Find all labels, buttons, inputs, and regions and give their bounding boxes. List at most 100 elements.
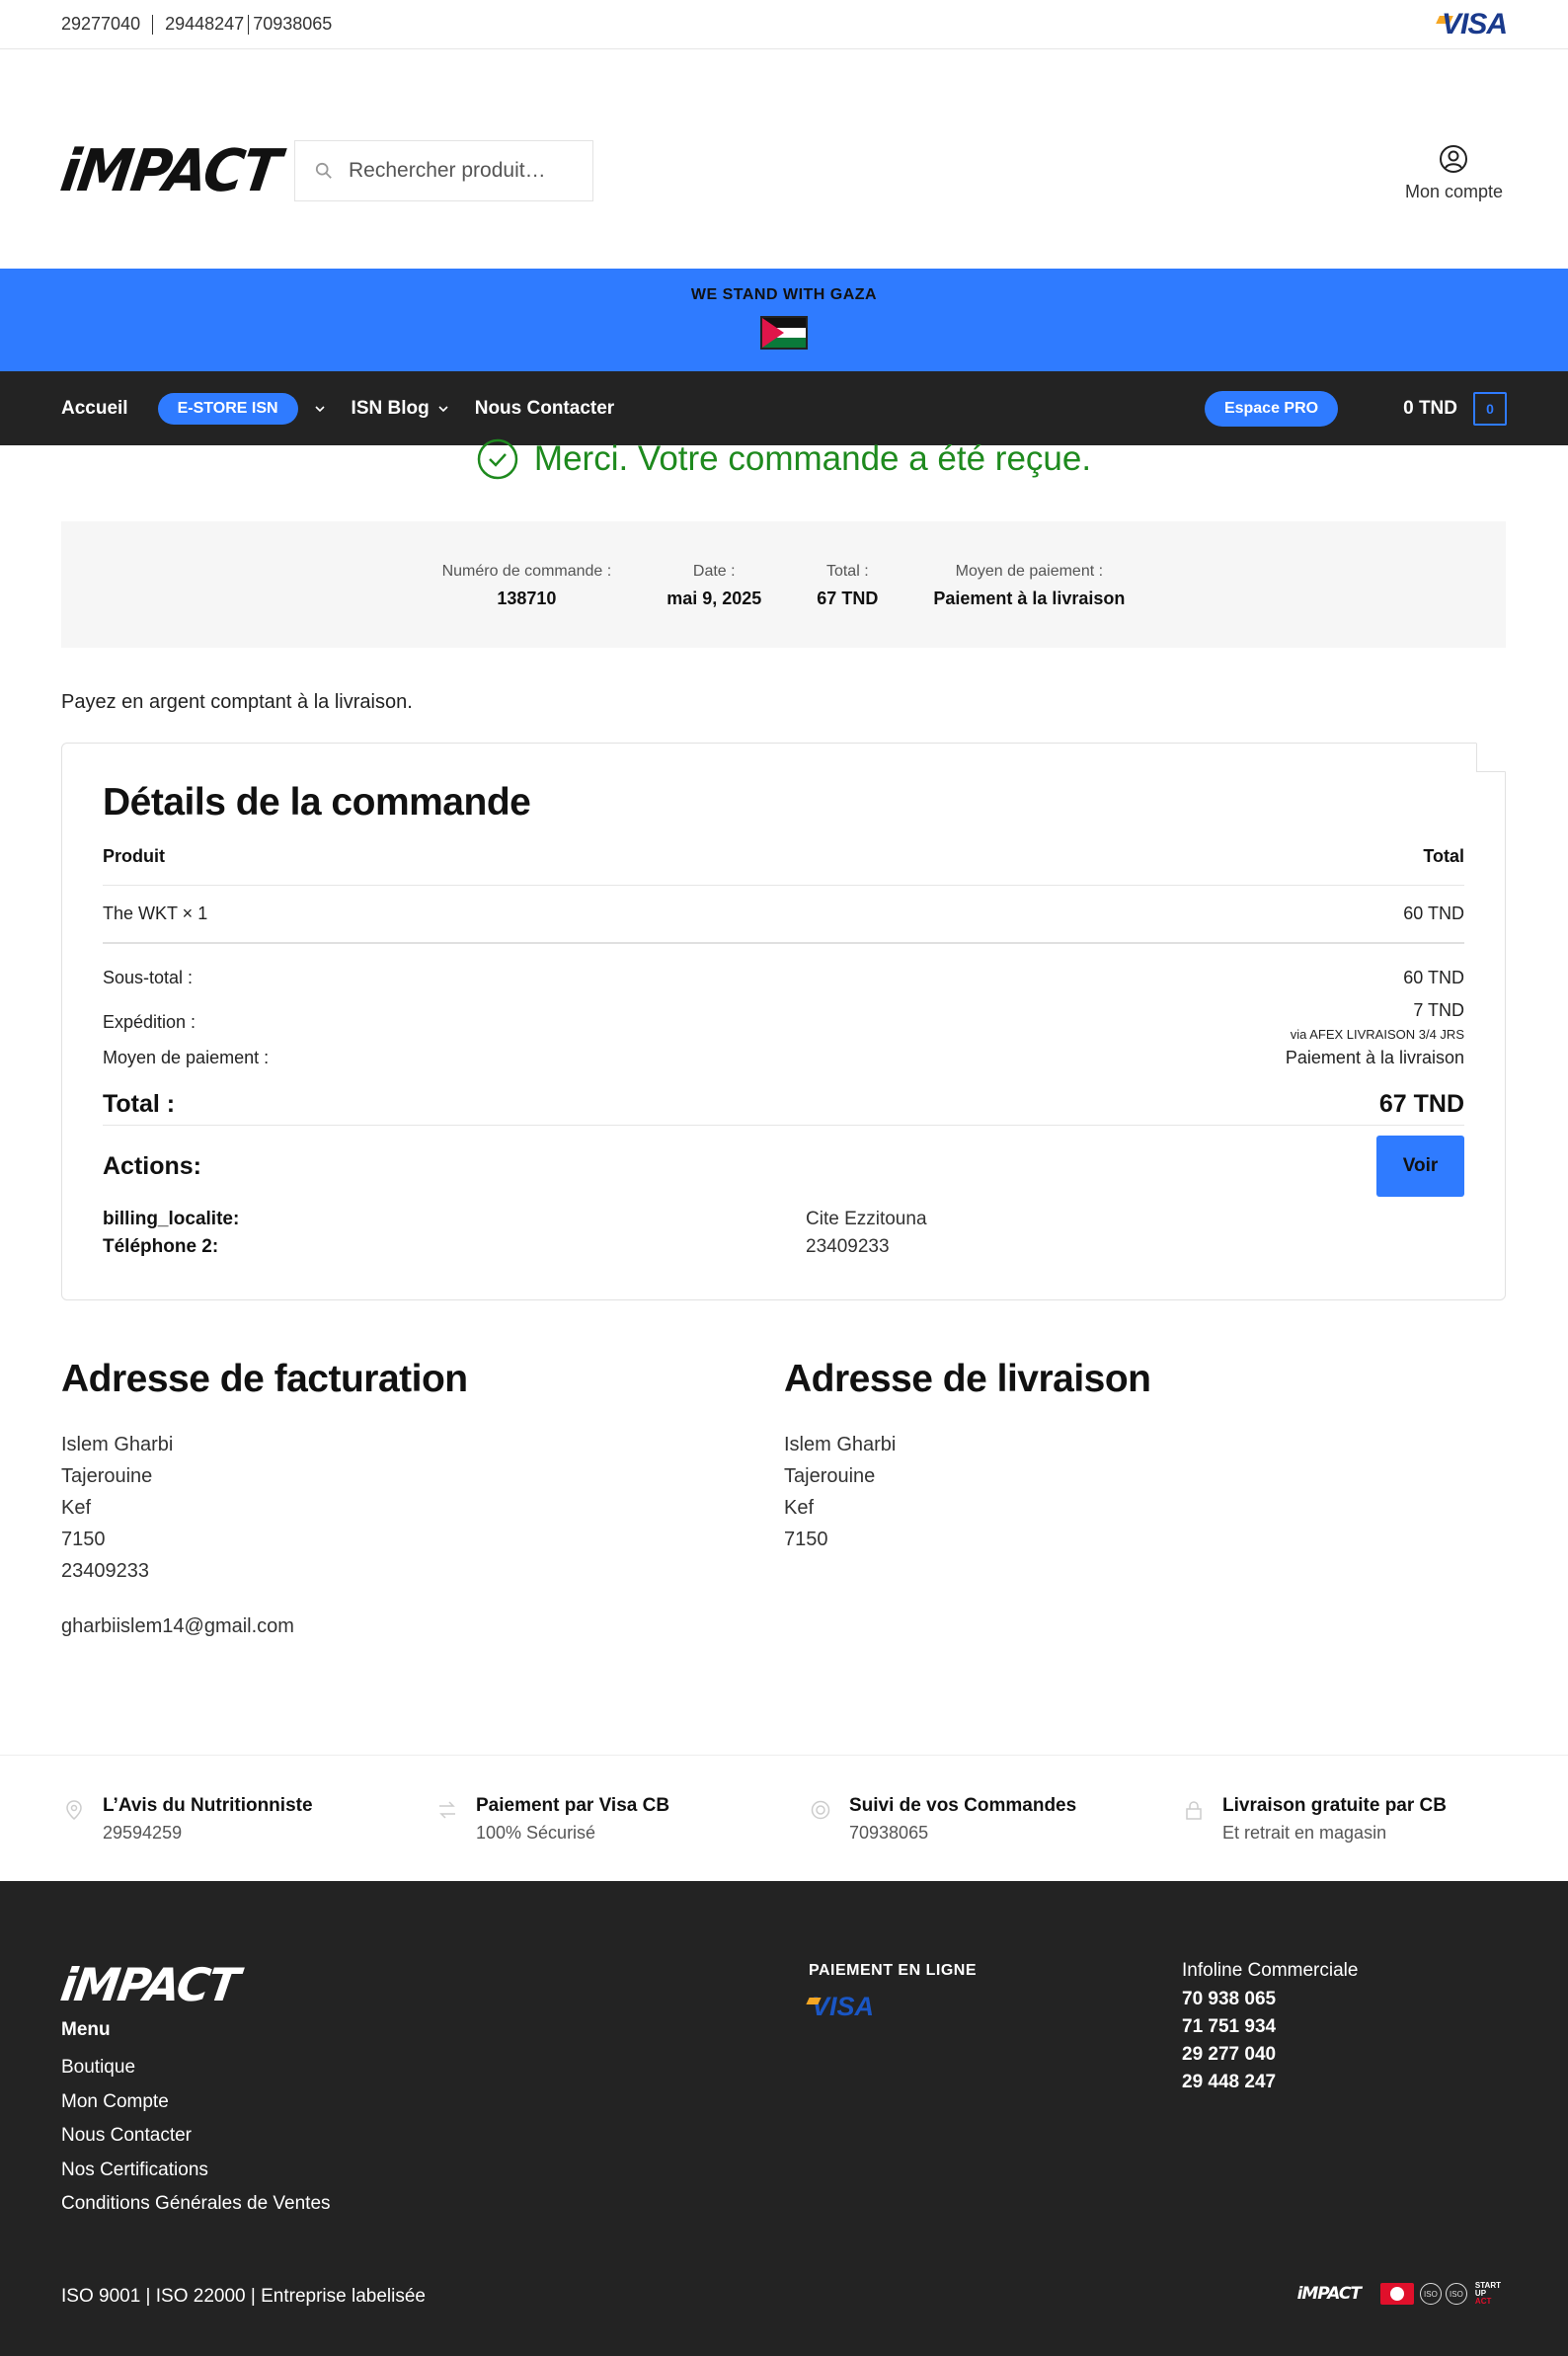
order-meta: billing_localite: Cite Ezzitouna Télépho… <box>103 1209 1464 1258</box>
infoline-number[interactable]: 71 751 934 <box>1182 2013 1358 2041</box>
shipping-address: Adresse de livraison Islem Gharbi Tajero… <box>784 1358 1151 1555</box>
check-circle-icon <box>477 438 518 480</box>
payment-label: Moyen de paiement : <box>103 1048 270 1067</box>
chevron-down-icon <box>438 405 448 412</box>
top-bar: 29277040 29448247 70938065 VISA <box>0 0 1568 49</box>
nav-right: Espace PRO 0 TND 0 <box>1204 371 1507 445</box>
billing-region: Kef <box>61 1497 92 1519</box>
table-row: The WKT × 1 60 TND <box>103 886 1464 944</box>
column-header-total: Total <box>1423 846 1464 866</box>
solidarity-banner: WE STAND WITH GAZA <box>0 269 1568 371</box>
startup-act-badge: START UP ACT <box>1475 2282 1501 2306</box>
payment-note: Payez en argent comptant à la livraison. <box>61 691 413 713</box>
meta-key: Téléphone 2: <box>103 1236 219 1257</box>
phone-3[interactable]: 70938065 <box>253 14 332 35</box>
order-details-card: Détails de la commande Produit Total The… <box>61 743 1506 1300</box>
infoline-number[interactable]: 29 448 247 <box>1182 2069 1358 2096</box>
payment-value: Paiement à la livraison <box>1285 1048 1464 1067</box>
billing-title: Adresse de facturation <box>61 1358 468 1400</box>
phone-1[interactable]: 29277040 <box>61 14 140 35</box>
target-icon <box>811 1800 830 1820</box>
summary-label: Date : <box>692 563 736 580</box>
user-icon <box>1440 145 1468 173</box>
meta-value: 23409233 <box>806 1236 890 1257</box>
meta-value: Cite Ezzitouna <box>806 1209 927 1229</box>
infoline-number[interactable]: 29 277 040 <box>1182 2041 1358 2069</box>
impact-mini-logo: iMPACT <box>1296 2284 1362 2304</box>
summary-label: Total : <box>825 563 869 580</box>
nav-home[interactable]: Accueil <box>61 398 128 420</box>
features-bar: L’Avis du Nutritionniste 29594259 Paiemen… <box>0 1755 1568 1881</box>
footer-link-contact[interactable]: Nous Contacter <box>61 2119 331 2154</box>
infoline: Infoline Commerciale 70 938 065 71 751 9… <box>1182 1960 1358 2096</box>
order-received-message: Merci. Votre commande a été reçue. <box>0 438 1568 480</box>
nav-blog-label: ISN Blog <box>351 397 430 419</box>
product-total: 60 TND <box>1403 903 1464 923</box>
site-footer: iMPACT Menu Boutique Mon Compte Nous Con… <box>0 1881 1568 2356</box>
site-logo[interactable]: iMPACT <box>56 137 282 204</box>
feature-title: Paiement par Visa CB <box>476 1795 670 1816</box>
order-summary: Numéro de commande : 138710 Date : mai 9… <box>61 521 1506 648</box>
footer-link-account[interactable]: Mon Compte <box>61 2085 331 2120</box>
footer-link-cgv[interactable]: Conditions Générales de Ventes <box>61 2187 331 2222</box>
shipping-value-group: 7 TND via AFEX LIVRAISON 3/4 JRS <box>1291 1000 1464 1042</box>
footer-link-boutique[interactable]: Boutique <box>61 2051 331 2085</box>
summary-value: 67 TND <box>817 589 879 608</box>
footer-badges: iMPACT ISO ISO START UP ACT <box>1297 2282 1501 2306</box>
startup-line: ACT <box>1474 2297 1492 2306</box>
visa-logo: VISA <box>1441 7 1508 40</box>
feature-tracking: Suivi de vos Commandes 70938065 <box>810 1795 1076 1844</box>
iso-badge-icon: ISO <box>1419 2283 1442 2305</box>
banner-text: WE STAND WITH GAZA <box>690 286 878 303</box>
subtotal-label: Sous-total : <box>103 968 194 987</box>
feature-title: L’Avis du Nutritionniste <box>103 1795 313 1816</box>
cart-count-badge[interactable]: 0 <box>1473 391 1507 426</box>
shipping-city: Tajerouine <box>784 1465 876 1487</box>
nav-contact[interactable]: Nous Contacter <box>475 398 614 420</box>
feature-visa: Paiement par Visa CB 100% Sécurisé <box>436 1795 669 1844</box>
search-box[interactable] <box>294 140 593 201</box>
column-header-product: Produit <box>103 846 165 866</box>
view-order-button[interactable]: Voir <box>1376 1136 1464 1197</box>
shipping-method: via AFEX LIVRAISON 3/4 JRS <box>1290 1027 1464 1042</box>
espace-pro-button[interactable]: Espace PRO <box>1204 390 1339 427</box>
nav-estore[interactable]: E-STORE ISN <box>157 392 298 425</box>
shipping-label: Expédition : <box>103 1012 196 1032</box>
feature-nutritionist: L’Avis du Nutritionniste 29594259 <box>63 1795 313 1844</box>
product-name[interactable]: The WKT × 1 <box>103 903 207 924</box>
chevron-down-icon[interactable] <box>314 403 326 415</box>
actions-label: Actions: <box>103 1151 201 1180</box>
feature-subtitle: Et retrait en magasin <box>1222 1823 1387 1843</box>
divider <box>152 14 154 35</box>
summary-value: Paiement à la livraison <box>933 589 1126 608</box>
shipping-region: Kef <box>784 1497 815 1519</box>
map-pin-icon <box>66 1800 82 1820</box>
cart-total[interactable]: 0 TND <box>1403 398 1457 420</box>
nav-blog[interactable]: ISN Blog <box>352 398 449 420</box>
account-link[interactable]: Mon compte <box>1405 144 1503 202</box>
tunisia-flag-icon <box>1379 2283 1414 2305</box>
divider <box>248 14 250 35</box>
summary-label: Moyen de paiement : <box>955 563 1104 580</box>
iso-badge-icon: ISO <box>1445 2283 1467 2305</box>
site-header: iMPACT Mon compte <box>0 49 1568 269</box>
subtotal-row: Sous-total : 60 TND <box>103 968 1464 988</box>
footer-link-certifications[interactable]: Nos Certifications <box>61 2154 331 2188</box>
feature-subtitle: 100% Sécurisé <box>476 1823 596 1843</box>
thanks-text: Merci. Votre commande a été reçue. <box>533 439 1092 478</box>
summary-date: Date : mai 9, 2025 <box>666 563 761 648</box>
shipping-row: Expédition : 7 TND via AFEX LIVRAISON 3/… <box>103 1000 1464 1042</box>
palestine-flag-icon <box>760 316 808 350</box>
payment-row: Moyen de paiement : Paiement à la livrai… <box>103 1048 1464 1068</box>
infoline-number[interactable]: 70 938 065 <box>1182 1986 1358 2013</box>
feature-subtitle: 70938065 <box>849 1823 929 1843</box>
phone-2[interactable]: 29448247 <box>165 14 244 35</box>
iso-certifications: ISO 9001 | ISO 22000 | Entreprise labeli… <box>61 2286 426 2307</box>
feature-subtitle: 29594259 <box>103 1823 183 1843</box>
shipping-value: 7 TND <box>1413 1000 1464 1020</box>
infoline-label: Infoline Commerciale <box>1182 1960 1359 1981</box>
footer-logo[interactable]: iMPACT <box>57 1958 241 2011</box>
exchange-icon <box>439 1801 455 1819</box>
search-input[interactable] <box>349 159 586 183</box>
summary-total: Total : 67 TND <box>817 563 878 648</box>
